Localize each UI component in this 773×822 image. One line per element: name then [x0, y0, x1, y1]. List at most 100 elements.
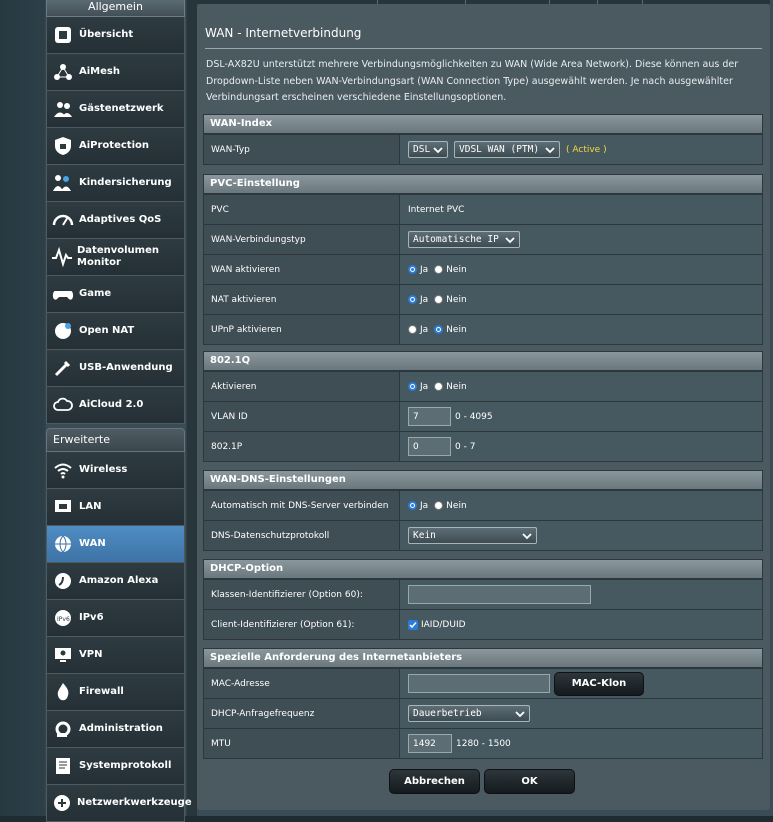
- sidebar-item-datenvolumen-monitor[interactable]: Datenvolumen Monitor: [46, 239, 185, 276]
- menu-advanced-header: Erweiterte Einstellungen: [46, 428, 185, 468]
- sidebar-item-label: Amazon Alexa: [79, 575, 159, 586]
- radio-selected[interactable]: [408, 501, 417, 510]
- upnp-enable-no-radio[interactable]: Nein: [434, 325, 467, 335]
- overview-icon: [51, 23, 75, 47]
- radio-selected[interactable]: [408, 265, 417, 274]
- sidebar-item-aiprotection[interactable]: AiProtection: [46, 128, 185, 165]
- mtu-input[interactable]: 1492: [408, 734, 452, 753]
- dns-privacy-select[interactable]: Kein: [408, 527, 537, 544]
- sidebar-item-open-nat[interactable]: Open NAT: [46, 313, 185, 350]
- row-upnp-enable: UPnP aktivieren Ja Nein: [204, 314, 762, 344]
- sidebar-item-adaptives-qos[interactable]: Adaptives QoS: [46, 202, 185, 239]
- chevron-down-icon: [522, 533, 532, 540]
- radio-selected[interactable]: [434, 325, 444, 334]
- sidebar-item-administration[interactable]: Administration: [46, 711, 185, 748]
- guest-network-icon: [51, 97, 75, 121]
- sidebar-item-game[interactable]: Game: [46, 276, 185, 313]
- radio-label: Nein: [446, 500, 467, 511]
- sidebar-item-label: Netzwerkwerkzeuge: [77, 797, 192, 808]
- section-dhcp-option: DHCP-Option Klassen-Identifizierer (Opti…: [203, 559, 763, 640]
- class-identifier-input[interactable]: [408, 585, 591, 604]
- sidebar-item-aicloud-2-0[interactable]: AiCloud 2.0: [46, 387, 185, 424]
- gamepad-icon: [51, 282, 75, 306]
- radio-label: Ja: [420, 294, 429, 305]
- sidebar-item-übersicht[interactable]: Übersicht: [46, 17, 185, 54]
- client-identifier-label: Client-Identifizierer (Option 61):: [204, 610, 400, 639]
- sidebar-item-label: Gästenetzwerk: [79, 103, 164, 114]
- nat-enable-yes-radio[interactable]: Ja: [408, 295, 428, 305]
- sidebar-item-amazon-alexa[interactable]: Amazon Alexa: [46, 563, 185, 600]
- sidebar-item-label: LAN: [79, 501, 102, 512]
- row-wan-connection-type: WAN-Verbindungstyp Automatische IP: [204, 224, 762, 254]
- dns-auto-yes-radio[interactable]: Ja: [408, 501, 428, 511]
- radio-label: Ja: [420, 264, 429, 275]
- sidebar-item-label: AiProtection: [79, 140, 149, 151]
- vlan-id-label: VLAN ID: [204, 402, 400, 431]
- radio-unselected[interactable]: [434, 295, 444, 304]
- radio-label: Nein: [446, 381, 467, 392]
- dns-auto-no-radio[interactable]: Nein: [434, 500, 467, 511]
- row-wan-enable: WAN aktivieren Ja Nein: [204, 254, 762, 284]
- sidebar-item-firewall[interactable]: Firewall: [46, 674, 185, 711]
- sidebar-item-wan[interactable]: WAN: [46, 526, 185, 563]
- menu-advanced: Erweiterte Einstellungen Wireless LAN WAN A…: [46, 428, 192, 822]
- 8021p-input[interactable]: 0: [408, 437, 451, 456]
- row-vlan-id: VLAN ID 7 0 - 4095: [204, 401, 762, 431]
- wan-connection-type-select[interactable]: Automatische IP: [408, 231, 520, 248]
- family-icon: [51, 171, 75, 195]
- sidebar-item-netzwerkwerkzeuge[interactable]: Netzwerkwerkzeuge: [46, 785, 192, 822]
- 8021q-enable-yes-radio[interactable]: Ja: [408, 382, 428, 392]
- sidebar-item-systemprotokoll[interactable]: Systemprotokoll: [46, 748, 185, 785]
- sidebar-item-aimesh[interactable]: AiMesh: [46, 54, 185, 91]
- sidebar-item-usb-anwendung[interactable]: USB-Anwendung: [46, 350, 185, 387]
- row-dns-privacy: DNS-Datenschutzprotokoll Kein: [204, 520, 762, 550]
- radio-selected[interactable]: [408, 382, 417, 391]
- row-mac-address: MAC-Adresse MAC-Klon: [204, 668, 762, 698]
- dns-privacy-label: DNS-Datenschutzprotokoll: [204, 521, 400, 550]
- mac-address-input[interactable]: [408, 674, 550, 693]
- class-identifier-label: Klassen-Identifizierer (Option 60):: [204, 580, 400, 609]
- wan-connection-type-label: WAN-Verbindungstyp: [204, 225, 400, 254]
- radio-unselected[interactable]: [408, 325, 417, 334]
- main-content: WAN - Internetverbindung DSL-AX82U unter…: [197, 4, 770, 810]
- wan-enable-label: WAN aktivieren: [204, 255, 400, 284]
- vlan-id-input[interactable]: 7: [408, 407, 451, 426]
- menu-general: Allgemein Übersicht AiMesh Gästenetzwerk Ai…: [46, 0, 185, 424]
- globe-icon: [51, 532, 75, 556]
- mac-clone-button[interactable]: MAC-Klon: [554, 671, 644, 696]
- radio-label: Ja: [420, 500, 429, 511]
- page-title: WAN - Internetverbindung: [205, 26, 362, 40]
- wan-enable-no-radio[interactable]: Nein: [434, 265, 467, 275]
- cancel-button[interactable]: Abbrechen: [389, 769, 480, 794]
- page-description: DSL-AX82U unterstützt mehrere Verbindung…: [206, 59, 739, 103]
- usb-icon: [51, 356, 75, 380]
- row-wan-type: WAN-Typ DSL VDSL WAN (PTM) ( Active ): [204, 134, 762, 164]
- radio-unselected[interactable]: [434, 265, 444, 274]
- iaid-duid-label: IAID/DUID: [421, 619, 466, 630]
- sidebar-item-ipv6[interactable]: IPv6 IPv6: [46, 600, 185, 637]
- 8021q-enable-no-radio[interactable]: Nein: [434, 381, 467, 392]
- sidebar-item-gästenetzwerk[interactable]: Gästenetzwerk: [46, 91, 185, 128]
- upnp-enable-yes-radio[interactable]: Ja: [408, 325, 428, 335]
- nat-enable-no-radio[interactable]: Nein: [434, 295, 467, 305]
- row-8021p: 802.1P 0 0 - 7: [204, 431, 762, 461]
- iaid-duid-checkbox[interactable]: [408, 619, 418, 630]
- sidebar-item-kindersicherung[interactable]: Kindersicherung: [46, 165, 185, 202]
- dhcp-frequency-select[interactable]: Dauerbetrieb: [408, 705, 530, 722]
- sidebar-item-wireless[interactable]: Wireless: [46, 452, 185, 489]
- wan-enable-yes-radio[interactable]: Ja: [408, 265, 428, 275]
- section-header: WAN-DNS-Einstellungen: [204, 471, 762, 490]
- radio-unselected[interactable]: [434, 501, 444, 510]
- radio-unselected[interactable]: [434, 382, 444, 391]
- sidebar-item-lan[interactable]: LAN: [46, 489, 185, 526]
- wan-mode-select[interactable]: VDSL WAN (PTM): [454, 141, 560, 158]
- wan-connection-type-value: Automatische IP: [413, 234, 499, 245]
- nat-enable-label: NAT aktivieren: [204, 285, 400, 314]
- wan-type-select[interactable]: DSL: [408, 141, 448, 158]
- sidebar-item-label: Wireless: [79, 464, 128, 475]
- sidebar-item-vpn[interactable]: VPN: [46, 637, 185, 674]
- sidebar-item-label: Adaptives QoS: [79, 214, 162, 225]
- ok-button[interactable]: OK: [484, 769, 575, 794]
- section-wan-dns: WAN-DNS-Einstellungen Automatisch mit DN…: [203, 470, 763, 551]
- radio-selected[interactable]: [408, 295, 417, 304]
